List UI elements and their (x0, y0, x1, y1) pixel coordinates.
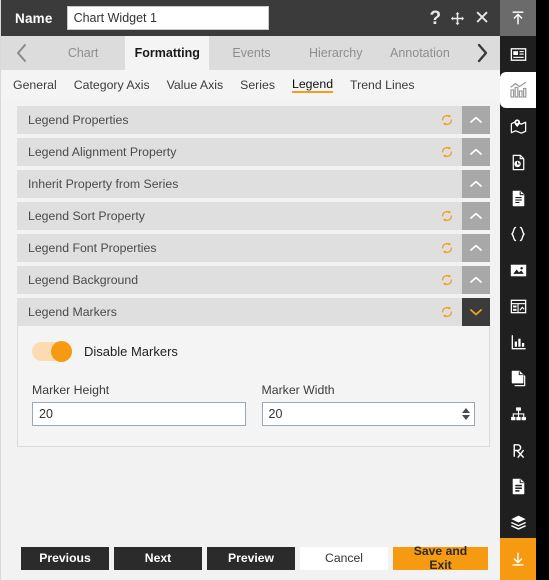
name-label: Name (15, 10, 53, 26)
marker-size-fields: Marker Height Marker Width (32, 383, 475, 426)
chevron-right-icon[interactable] (462, 36, 502, 70)
tab-hierarchy[interactable]: Hierarchy (294, 36, 378, 70)
chevron-up-icon[interactable] (462, 202, 490, 230)
accordion-label: Legend Alignment Property (28, 145, 177, 159)
reset-icon[interactable] (432, 202, 462, 230)
hierarchy-icon[interactable] (500, 396, 536, 432)
chevron-up-icon[interactable] (462, 106, 490, 134)
bar-chart-icon[interactable] (500, 324, 536, 360)
marker-width-field: Marker Width (261, 383, 475, 426)
save-and-exit-button[interactable]: Save and Exit (393, 544, 488, 572)
report-document-icon[interactable] (500, 468, 536, 504)
grid-widget-icon[interactable] (500, 288, 536, 324)
code-braces-icon[interactable] (500, 216, 536, 252)
disable-markers-toggle[interactable] (32, 341, 72, 362)
chart-widget-dialog: Name ? ✕ Chart Formatting (0, 0, 502, 580)
tab-events[interactable]: Events (209, 36, 293, 70)
titlebar-actions: ? ✕ (429, 9, 494, 28)
accordion-inherit-property-from-series[interactable]: Inherit Property from Series (17, 170, 490, 198)
subtab-category-axis[interactable]: Category Axis (74, 78, 150, 93)
accordion-legend-font-properties[interactable]: Legend Font Properties (17, 234, 490, 262)
stepper-up-icon[interactable] (462, 408, 470, 413)
reset-icon[interactable] (432, 106, 462, 134)
map-pin-icon[interactable] (500, 108, 536, 144)
collapse-up-icon[interactable] (500, 0, 536, 36)
previous-button[interactable]: Previous (21, 546, 109, 570)
close-icon[interactable]: ✕ (474, 9, 490, 28)
move-icon[interactable] (450, 11, 465, 26)
question-mark-icon[interactable]: ? (429, 9, 441, 28)
widget-toolbar-rail (500, 0, 536, 580)
widget-config-dialog-screen: Name ? ✕ Chart Formatting (0, 0, 549, 580)
widget-panel-icon[interactable] (500, 36, 536, 72)
marker-height-field: Marker Height (32, 383, 246, 426)
tab-annotation[interactable]: Annotation (378, 36, 462, 70)
subtab-value-axis[interactable]: Value Axis (167, 78, 224, 93)
next-button[interactable]: Next (114, 546, 202, 570)
marker-width-stepper[interactable] (462, 408, 470, 420)
reset-icon[interactable] (432, 298, 462, 326)
cancel-button[interactable]: Cancel (300, 546, 388, 570)
stepper-down-icon[interactable] (462, 415, 470, 420)
accordion-legend-markers[interactable]: Legend Markers (17, 298, 490, 326)
reset-icon[interactable] (432, 138, 462, 166)
subtab-series[interactable]: Series (240, 78, 275, 93)
chevron-up-icon[interactable] (462, 138, 490, 166)
accordion-legend-properties[interactable]: Legend Properties (17, 106, 490, 134)
download-icon[interactable] (500, 538, 536, 580)
legend-settings-body: Legend Properties Legend Alignment Prope… (1, 100, 502, 536)
accordion-label: Legend Sort Property (28, 209, 145, 223)
chart-icon[interactable] (500, 72, 536, 108)
chevron-up-icon[interactable] (462, 170, 490, 198)
marker-width-label: Marker Width (261, 383, 335, 397)
dialog-titlebar: Name ? ✕ (1, 0, 502, 36)
image-icon[interactable] (500, 252, 536, 288)
document-clock-icon[interactable] (500, 144, 536, 180)
preview-button[interactable]: Preview (207, 546, 295, 570)
layers-icon[interactable] (500, 504, 536, 540)
subtab-trend-lines[interactable]: Trend Lines (350, 78, 414, 93)
chevron-down-icon[interactable] (462, 298, 490, 326)
accordion-legend-background[interactable]: Legend Background (17, 266, 490, 294)
toggle-knob (51, 341, 72, 362)
chevron-left-icon[interactable] (1, 36, 41, 70)
copy-page-icon[interactable] (500, 360, 536, 396)
accordion-label: Legend Properties (28, 113, 129, 127)
accordion-label: Legend Markers (28, 305, 117, 319)
primary-tab-list: Chart Formatting Events Hierarchy Annota… (41, 36, 462, 70)
dialog-footer: Previous Next Preview Cancel Save and Ex… (1, 536, 502, 580)
formatting-subtabs: General Category Axis Value Axis Series … (1, 70, 502, 100)
accordion-legend-sort-property[interactable]: Legend Sort Property (17, 202, 490, 230)
legend-markers-panel: Disable Markers Marker Height Marker Wid… (17, 326, 490, 447)
widget-name-input[interactable] (66, 6, 269, 30)
reset-icon[interactable] (432, 266, 462, 294)
primary-tabstrip: Chart Formatting Events Hierarchy Annota… (1, 36, 502, 70)
document-text-icon[interactable] (500, 180, 536, 216)
chevron-up-icon[interactable] (462, 266, 490, 294)
disable-markers-label: Disable Markers (84, 344, 178, 359)
subtab-general[interactable]: General (13, 78, 57, 93)
reset-icon[interactable] (432, 234, 462, 262)
accordion-label: Legend Background (28, 273, 139, 287)
accordion-label: Legend Font Properties (28, 241, 157, 255)
tab-chart[interactable]: Chart (41, 36, 125, 70)
chevron-up-icon[interactable] (462, 234, 490, 262)
subtab-legend[interactable]: Legend (292, 77, 334, 93)
marker-height-input[interactable] (32, 402, 246, 426)
disable-markers-row: Disable Markers (32, 341, 475, 362)
tab-formatting[interactable]: Formatting (125, 36, 210, 70)
accordion-legend-alignment-property[interactable]: Legend Alignment Property (17, 138, 490, 166)
marker-height-label: Marker Height (32, 383, 110, 397)
marker-width-input[interactable] (261, 402, 475, 426)
prescription-rx-icon[interactable] (500, 432, 536, 468)
accordion-label: Inherit Property from Series (28, 177, 179, 191)
